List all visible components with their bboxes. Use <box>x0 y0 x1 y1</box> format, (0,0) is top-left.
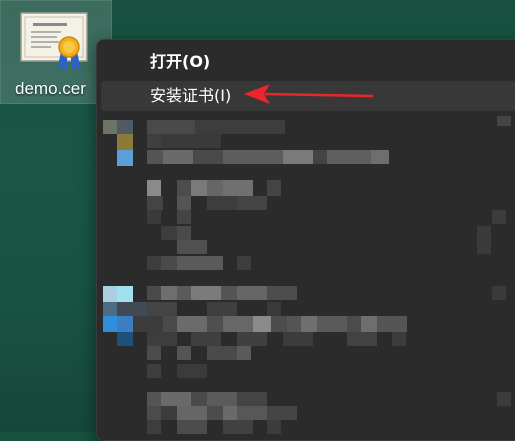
file-name-label: demo.cer <box>15 79 86 98</box>
context-menu: 打开(O) 安装证书(I) <box>96 39 515 441</box>
menu-item-install-label: 安装证书(I) <box>150 86 232 105</box>
menu-item-open[interactable]: 打开(O) <box>101 47 515 77</box>
menu-item-install-certificate[interactable]: 安装证书(I) <box>101 81 515 111</box>
menu-item-open-label: 打开(O) <box>150 52 211 71</box>
certificate-icon <box>20 12 88 71</box>
pixelated-menu-content <box>103 116 511 434</box>
